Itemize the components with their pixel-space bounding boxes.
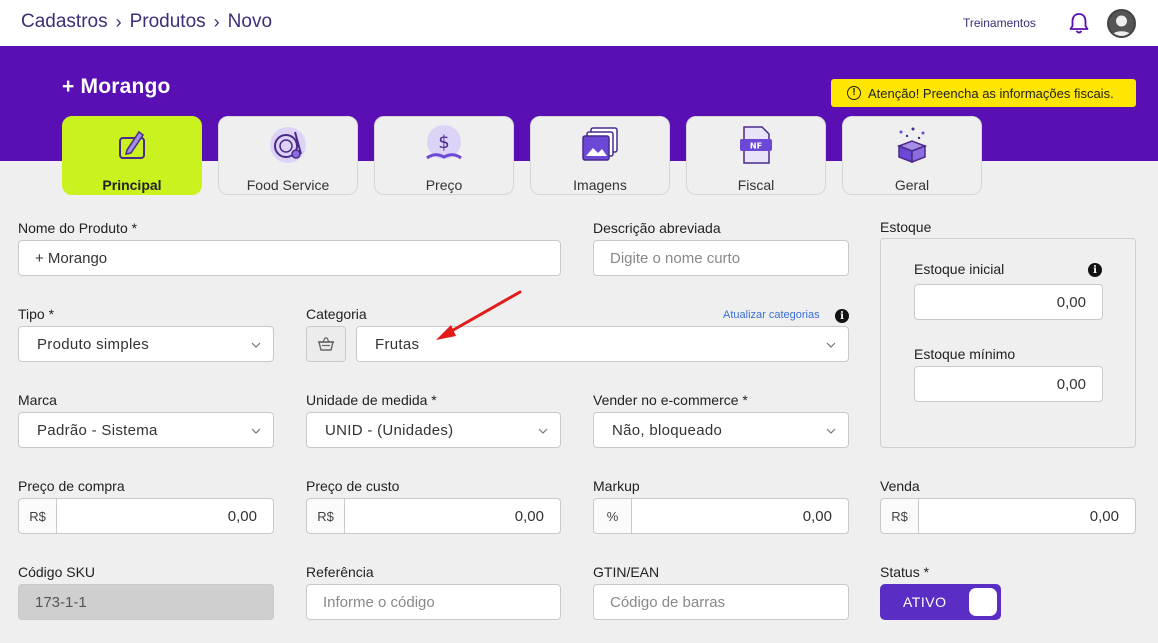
status-label: Status * — [880, 564, 930, 580]
tab-label: Preço — [425, 177, 463, 193]
status-value: ATIVO — [903, 594, 947, 610]
tipo-value: Produto simples — [37, 335, 150, 353]
top-bar: Cadastros › Produtos › Novo Treinamentos — [0, 0, 1158, 46]
venda-value: 0,00 — [1089, 507, 1119, 525]
atualizar-categorias-link[interactable]: Atualizar categorias — [723, 309, 820, 321]
tipo-label: Tipo * — [18, 306, 55, 322]
info-icon[interactable]: i — [835, 309, 849, 323]
tipo-select[interactable]: Produto simples — [18, 326, 274, 362]
chevron-right-icon: › — [115, 11, 122, 32]
chevron-right-icon: › — [213, 11, 220, 32]
tab-geral[interactable]: Geral — [842, 116, 982, 195]
page-title: + Morango — [62, 75, 171, 98]
tab-label: Principal — [102, 177, 162, 193]
preco-compra-label: Preço de compra — [18, 478, 125, 494]
preco-custo-input[interactable]: R$ 0,00 — [306, 498, 561, 534]
referencia-input[interactable]: Informe o código — [306, 584, 561, 620]
unidade-select[interactable]: UNID - (Unidades) — [306, 412, 561, 448]
preco-custo-label: Preço de custo — [306, 478, 400, 494]
tab-label: Fiscal — [737, 177, 775, 193]
image-gallery-icon — [582, 127, 618, 161]
currency-prefix: R$ — [307, 499, 345, 533]
ecommerce-value: Não, bloqueado — [612, 421, 723, 439]
categoria-value: Frutas — [375, 335, 420, 353]
plate-utensils-icon — [270, 127, 306, 163]
avatar[interactable] — [1107, 9, 1136, 38]
tab-label: Geral — [894, 177, 930, 193]
tab-principal[interactable]: Principal — [62, 116, 202, 195]
currency-prefix: R$ — [881, 499, 919, 533]
tab-food-service[interactable]: Food Service — [218, 116, 358, 195]
estoque-inicial-label: Estoque inicial — [914, 261, 1005, 277]
breadcrumb-cadastros[interactable]: Cadastros — [21, 11, 108, 33]
markup-label: Markup — [593, 478, 640, 494]
gtin-label: GTIN/EAN — [593, 564, 660, 580]
user-icon — [1111, 15, 1132, 36]
nf-document-icon: NF — [740, 126, 772, 164]
tab-label: Imagens — [573, 177, 627, 193]
ecommerce-label: Vender no e-commerce * — [593, 392, 748, 408]
ecommerce-select[interactable]: Não, bloqueado — [593, 412, 849, 448]
estoque-minimo-input[interactable]: 0,00 — [914, 366, 1103, 402]
unidade-label: Unidade de medida * — [306, 392, 437, 408]
chevron-down-icon — [826, 342, 836, 348]
fiscal-alert[interactable]: ! Atenção! Preencha as informações fisca… — [831, 79, 1136, 107]
markup-input[interactable]: % 0,00 — [593, 498, 849, 534]
warning-icon: ! — [847, 86, 861, 100]
gift-box-icon — [896, 127, 928, 164]
estoque-inicial-input[interactable]: 0,00 — [914, 284, 1103, 320]
marca-select[interactable]: Padrão - Sistema — [18, 412, 274, 448]
red-arrow-annotation — [436, 290, 522, 340]
categoria-basket-button[interactable] — [306, 326, 346, 362]
trainings-link[interactable]: Treinamentos — [963, 16, 1036, 30]
status-toggle[interactable]: ATIVO — [880, 584, 1001, 620]
gtin-input[interactable]: Código de barras — [593, 584, 849, 620]
alert-text: Atenção! Preencha as informações fiscais… — [868, 85, 1114, 101]
categoria-label: Categoria — [306, 306, 367, 322]
nome-input[interactable]: + Morango — [18, 240, 561, 276]
currency-prefix: R$ — [19, 499, 57, 533]
chevron-down-icon — [826, 428, 836, 434]
percent-prefix: % — [594, 499, 632, 533]
preco-compra-value: 0,00 — [227, 507, 257, 525]
estoque-minimo-label: Estoque mínimo — [914, 346, 1016, 362]
referencia-label: Referência — [306, 564, 374, 580]
basket-icon — [318, 337, 334, 351]
breadcrumb-novo: Novo — [227, 11, 273, 32]
marca-label: Marca — [18, 392, 57, 408]
breadcrumb-produtos[interactable]: Produtos — [130, 11, 206, 33]
tab-preco[interactable]: $ Preço — [374, 116, 514, 195]
tab-label: Food Service — [246, 177, 330, 193]
estoque-title: Estoque — [880, 219, 932, 235]
unidade-value: UNID - (Unidades) — [325, 421, 454, 439]
info-icon[interactable]: i — [1088, 263, 1102, 277]
chevron-down-icon — [538, 428, 548, 434]
marca-value: Padrão - Sistema — [37, 421, 158, 439]
sku-input: 173-1-1 — [18, 584, 274, 620]
descricao-label: Descrição abreviada — [593, 220, 721, 236]
nome-label: Nome do Produto * — [18, 220, 138, 236]
pencil-document-icon — [119, 130, 145, 159]
bell-icon[interactable] — [1068, 11, 1090, 35]
chevron-down-icon — [251, 342, 261, 348]
svg-text:$: $ — [438, 132, 449, 153]
svg-text:NF: NF — [750, 142, 762, 151]
descricao-input[interactable]: Digite o nome curto — [593, 240, 849, 276]
tab-imagens[interactable]: Imagens — [530, 116, 670, 195]
money-hand-icon: $ — [426, 125, 462, 160]
preco-compra-input[interactable]: R$ 0,00 — [18, 498, 274, 534]
markup-value: 0,00 — [802, 507, 832, 525]
toggle-knob — [969, 588, 997, 616]
preco-custo-value: 0,00 — [514, 507, 544, 525]
venda-label: Venda — [880, 478, 920, 494]
tab-fiscal[interactable]: NF Fiscal — [686, 116, 826, 195]
breadcrumb: Cadastros › Produtos › Novo — [21, 11, 272, 33]
venda-input[interactable]: R$ 0,00 — [880, 498, 1136, 534]
sku-label: Código SKU — [18, 564, 96, 580]
chevron-down-icon — [251, 428, 261, 434]
